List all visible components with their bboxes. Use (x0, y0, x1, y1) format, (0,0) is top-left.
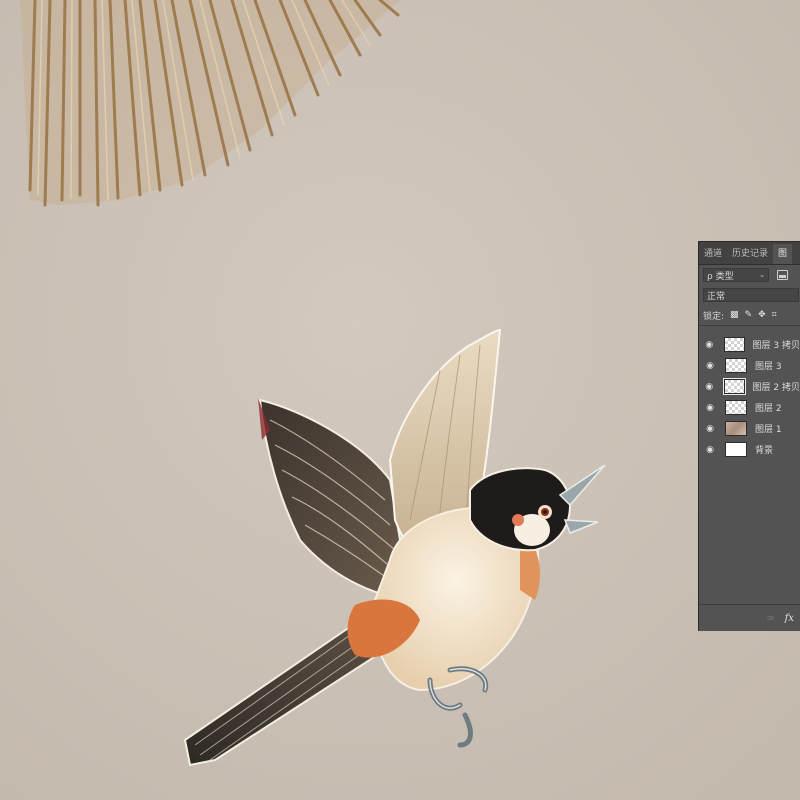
layer-thumbnail (723, 337, 745, 352)
image-filter-icon[interactable] (777, 270, 788, 280)
eye-icon[interactable]: ◉ (699, 382, 720, 392)
eye-icon[interactable]: ◉ (699, 340, 720, 350)
tab-layers[interactable]: 图 (773, 244, 793, 264)
layer-name: 背景 (755, 446, 774, 456)
layer-name: 图层 2 拷贝 (752, 383, 800, 393)
layer-name: 图层 3 (755, 362, 782, 372)
layer-name: 图层 2 (755, 404, 782, 414)
layer-name: 图层 3 拷贝 (752, 341, 800, 351)
layers-list: ◉ 图层 3 拷贝 ◉ 图层 3 ◉ 图层 2 拷贝 ◉ 图层 2 ◉ 图层 1… (699, 334, 800, 605)
layer-row[interactable]: ◉ 图层 3 (699, 355, 800, 376)
lock-transparent-icon[interactable]: ▩ (730, 310, 739, 320)
layer-row[interactable]: ◉ 图层 3 拷贝 (699, 334, 800, 355)
layer-filter-label: ρ 类型 (707, 271, 734, 282)
panel-tabbar: 通道 历史记录 图 (699, 242, 800, 265)
lock-label: 锁定: (703, 311, 725, 322)
layers-panel: 通道 历史记录 图 ρ 类型 ⌄ 正常 锁定: ▩ ✎ ✥ ⌗ ◉ 图层 3 拷… (698, 241, 800, 631)
layer-filter-dropdown[interactable]: ρ 类型 ⌄ (703, 268, 769, 282)
lock-row: 锁定: ▩ ✎ ✥ ⌗ (699, 305, 800, 326)
brush-icon[interactable]: ✎ (745, 310, 753, 320)
blend-mode-value: 正常 (707, 291, 726, 302)
layer-row[interactable]: ◉ 背景 (699, 439, 800, 460)
layer-row-selected[interactable]: ◉ 图层 2 拷贝 (699, 376, 800, 397)
eye-icon[interactable]: ◉ (699, 424, 721, 434)
eye-icon[interactable]: ◉ (699, 403, 721, 413)
layer-thumbnail (725, 421, 747, 436)
layer-row[interactable]: ◉ 图层 1 (699, 418, 800, 439)
eye-icon[interactable]: ◉ (699, 445, 721, 455)
eye-icon[interactable]: ◉ (699, 361, 721, 371)
layer-name: 图层 1 (755, 425, 782, 435)
layer-thumbnail (725, 442, 747, 457)
chevron-down-icon: ⌄ (759, 271, 765, 279)
artboard-icon[interactable]: ⌗ (772, 310, 777, 320)
link-icon[interactable]: ∞ (766, 613, 774, 624)
tab-history[interactable]: 历史记录 (727, 244, 773, 264)
move-icon[interactable]: ✥ (758, 310, 766, 320)
layer-thumbnail (722, 378, 746, 395)
fx-icon[interactable]: fx (785, 613, 794, 624)
filter-row: ρ 类型 ⌄ (699, 265, 800, 285)
layer-row[interactable]: ◉ 图层 2 (699, 397, 800, 418)
panel-bottom-bar: ∞ fx (699, 604, 800, 631)
layer-thumbnail (725, 400, 747, 415)
artwork-canvas[interactable] (0, 0, 800, 800)
blend-row: 正常 (699, 285, 800, 305)
blend-mode-dropdown[interactable]: 正常 (703, 288, 799, 302)
layer-thumbnail (725, 358, 747, 373)
tab-channels[interactable]: 通道 (699, 244, 727, 264)
